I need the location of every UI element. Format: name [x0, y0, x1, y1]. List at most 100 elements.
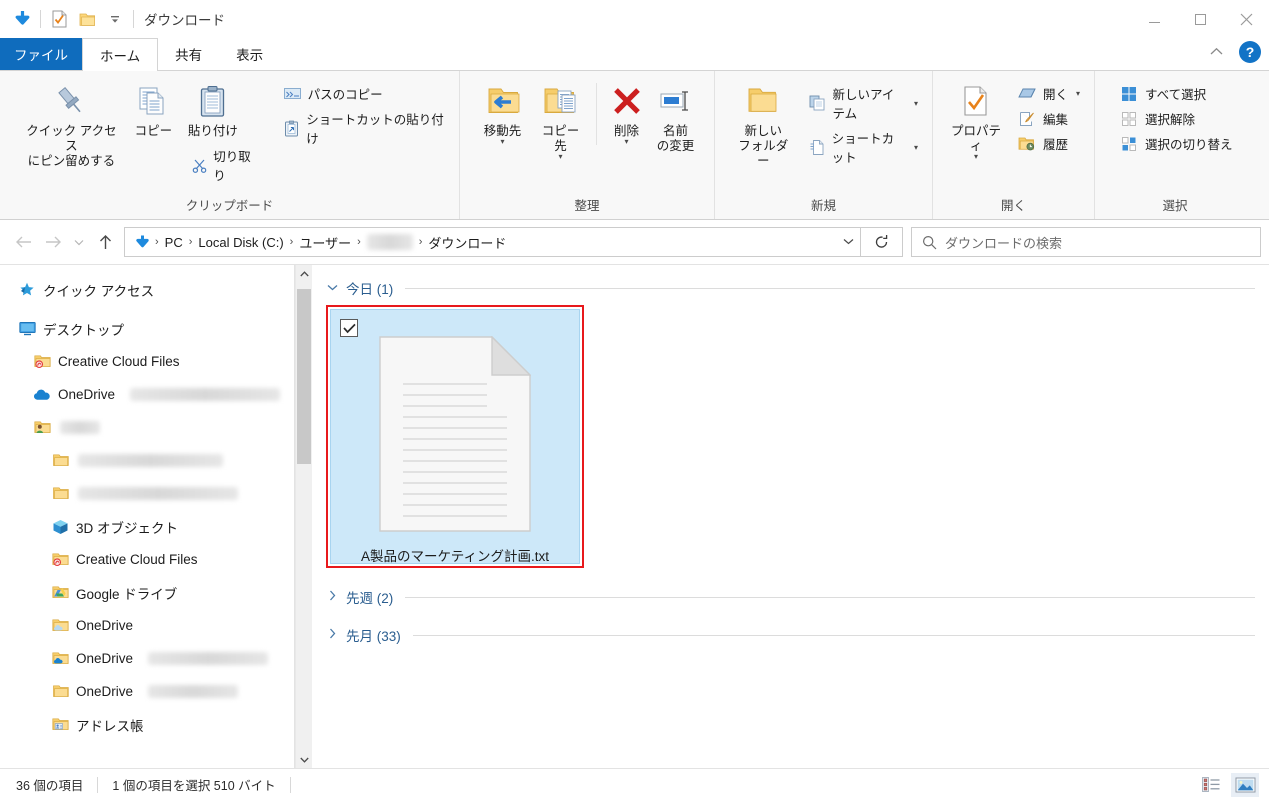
chevron-down-icon[interactable]: ▾ [624, 137, 628, 146]
file-item[interactable]: A製品のマーケティング計画.txt [330, 309, 580, 564]
group-title-select: 選択 [1162, 199, 1188, 213]
details-view-button[interactable] [1197, 773, 1225, 797]
properties-icon[interactable] [45, 4, 73, 34]
scroll-down-arrow-icon[interactable] [296, 751, 312, 768]
select-none-label: 選択解除 [1145, 113, 1196, 127]
sidebar-item-quick-access[interactable]: クイック アクセス [0, 273, 312, 306]
sidebar-item-user-folder[interactable] [0, 411, 312, 444]
select-none-button[interactable]: 選択解除 [1113, 106, 1239, 131]
navigation-scrollbar[interactable] [295, 265, 312, 768]
paste-label: 貼り付け [187, 124, 238, 138]
chevron-down-icon[interactable] [326, 282, 338, 294]
large-icons-view-button[interactable] [1231, 772, 1259, 797]
copy-path-button[interactable]: パスのコピー [277, 81, 451, 106]
breadcrumb-item-username[interactable] [363, 234, 417, 251]
breadcrumb-item-downloads[interactable]: ダウンロード [424, 233, 510, 252]
scroll-up-arrow-icon[interactable] [296, 265, 312, 282]
sidebar-item-creative-cloud-files-2[interactable]: Creative Cloud Files [0, 543, 312, 576]
up-button[interactable] [90, 227, 120, 257]
tab-share[interactable]: 共有 [158, 38, 219, 70]
cut-button[interactable]: 切り取り [186, 143, 265, 187]
ribbon-tabs: ファイル ホーム 共有 表示 ? [0, 38, 1269, 71]
address-bar: › PC › Local Disk (C:) › ユーザー › › ダウンロード [0, 220, 1269, 264]
scrollbar-thumb[interactable] [297, 289, 311, 464]
blurred-label [60, 421, 100, 434]
select-all-button[interactable]: すべて選択 [1113, 81, 1239, 106]
pin-to-quick-access-button[interactable]: クイック アクセス にピン留めする [16, 77, 127, 173]
maximize-button[interactable] [1177, 0, 1223, 38]
blurred-label [148, 652, 269, 665]
sidebar-item-folder-2[interactable] [0, 477, 312, 510]
chevron-down-icon[interactable]: ▾ [1076, 89, 1080, 98]
breadcrumb-item-pc[interactable]: PC [161, 235, 187, 250]
chevron-right-icon[interactable] [326, 628, 338, 642]
refresh-button[interactable] [861, 227, 903, 257]
sidebar-item-onedrive-2[interactable]: OneDrive [0, 642, 312, 675]
sidebar-item-google-drive[interactable]: Google ドライブ [0, 576, 312, 609]
chevron-down-icon[interactable]: ▾ [914, 99, 918, 108]
sidebar-item-desktop[interactable]: デスクトップ [0, 312, 312, 345]
sidebar-item-onedrive-personal[interactable]: OneDrive [0, 378, 312, 411]
edit-label: 編集 [1042, 113, 1068, 127]
divider [133, 10, 134, 28]
sidebar-item-address-book[interactable]: アドレス帳 [0, 708, 312, 741]
paste-shortcut-button[interactable]: ショートカットの貼り付け [277, 106, 451, 150]
help-button[interactable]: ? [1239, 40, 1261, 63]
sidebar-item-label: OneDrive [76, 684, 134, 699]
search-input[interactable]: ダウンロードの検索 [911, 227, 1261, 257]
group-header-last-week[interactable]: 先週 (2) [322, 582, 1259, 612]
shortcut-button[interactable]: ショートカット ▾ [803, 125, 924, 169]
chevron-down-icon[interactable]: ▾ [914, 143, 918, 152]
back-button[interactable] [8, 227, 38, 257]
paste-button[interactable]: 貼り付け [180, 77, 246, 143]
open-icon [1017, 86, 1037, 101]
breadcrumb-separator: › [188, 236, 193, 248]
sidebar-item-onedrive-1[interactable]: OneDrive [0, 609, 312, 642]
new-folder-icon[interactable] [73, 4, 101, 34]
sidebar-item-label: 3D オブジェクト [76, 520, 179, 536]
move-to-button[interactable]: 移動先 ▾ [474, 77, 532, 150]
tab-view[interactable]: 表示 [219, 38, 280, 70]
paste-shortcut-label: ショートカットの貼り付け [306, 113, 444, 146]
sidebar-item-3d-objects[interactable]: 3D オブジェクト [0, 510, 312, 543]
sidebar-item-onedrive-3[interactable]: OneDrive [0, 675, 312, 708]
chevron-down-icon[interactable]: ▾ [558, 152, 562, 161]
invert-selection-button[interactable]: 選択の切り替え [1113, 131, 1239, 156]
breadcrumb-item-users[interactable]: ユーザー [295, 233, 355, 252]
open-button[interactable]: 開く ▾ [1011, 81, 1086, 106]
ribbon-group-clipboard: クイック アクセス にピン留めする コピー 貼り付け 切り取り パスのコピー シ… [0, 71, 460, 219]
file-checkbox[interactable] [340, 319, 358, 337]
new-folder-button[interactable]: 新しい フォルダー [729, 77, 797, 173]
delete-button[interactable]: 削除 ▾ [603, 77, 651, 150]
group-header-last-month[interactable]: 先月 (33) [322, 620, 1259, 650]
minimize-button[interactable] [1131, 0, 1177, 38]
breadcrumb-item-local-disk[interactable]: Local Disk (C:) [194, 235, 287, 250]
sidebar-item-folder-1[interactable] [0, 444, 312, 477]
chevron-right-icon[interactable] [326, 590, 338, 604]
tab-file[interactable]: ファイル [0, 38, 82, 70]
forward-button[interactable] [38, 227, 68, 257]
collapse-ribbon-icon[interactable] [1204, 40, 1229, 63]
history-button[interactable]: 履歴 [1011, 131, 1086, 156]
new-item-button[interactable]: 新しいアイテム ▾ [803, 81, 924, 125]
group-header-today[interactable]: 今日 (1) [322, 273, 1259, 303]
rename-button[interactable]: 名前 の変更 [651, 77, 701, 158]
breadcrumb[interactable]: › PC › Local Disk (C:) › ユーザー › › ダウンロード [124, 227, 861, 257]
edit-button[interactable]: 編集 [1011, 106, 1086, 131]
chevron-down-icon[interactable]: ▾ [500, 137, 504, 146]
sidebar-item-label: Google ドライブ [76, 586, 178, 602]
select-none-icon [1119, 111, 1139, 127]
sidebar-item-creative-cloud-files[interactable]: Creative Cloud Files [0, 345, 312, 378]
chevron-down-icon[interactable]: ▾ [974, 152, 978, 161]
customize-qat-dropdown-icon[interactable] [101, 4, 129, 34]
properties-button[interactable]: プロパティ ▾ [943, 77, 1009, 165]
chevron-down-icon[interactable] [843, 237, 854, 248]
select-all-label: すべて選択 [1145, 88, 1207, 102]
close-button[interactable] [1223, 0, 1269, 38]
file-list-pane[interactable]: 今日 (1) A製品のマーケティング計画.txt 先週 (2) 先月 (33) [312, 265, 1269, 768]
tab-home[interactable]: ホーム [82, 38, 159, 71]
recent-locations-button[interactable] [68, 227, 90, 257]
copy-button[interactable]: コピー [127, 77, 180, 143]
copy-to-button[interactable]: コピー先 ▾ [532, 77, 590, 165]
copy-icon [137, 81, 170, 121]
